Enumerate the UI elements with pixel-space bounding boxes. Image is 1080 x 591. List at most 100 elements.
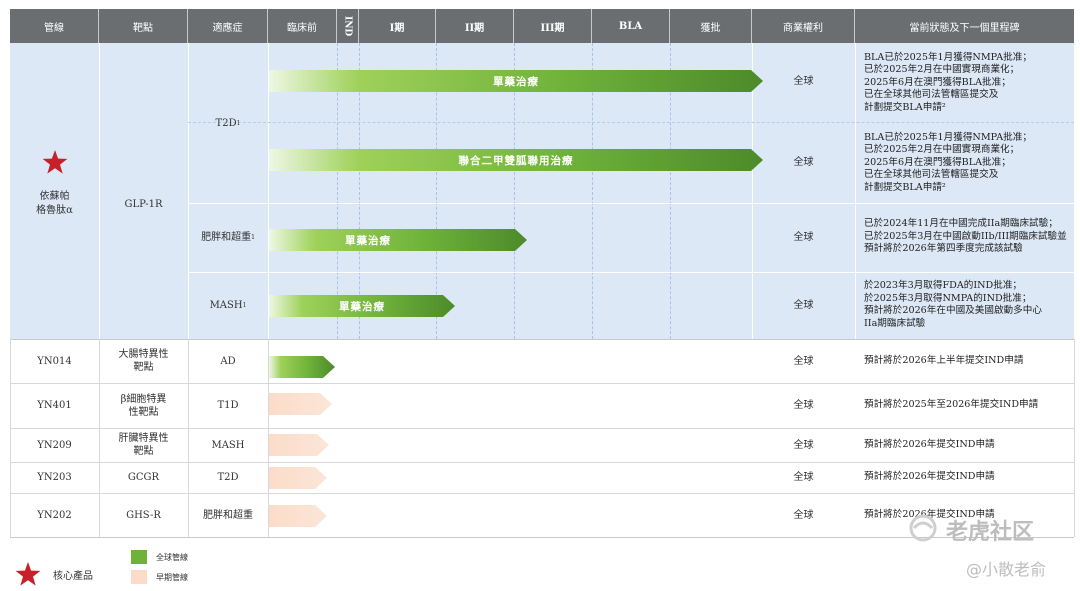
status-line: 預計將於2026年上半年提交IND申請 [864,354,1024,366]
status-text-obesity: 已於2024年11月在中國完成IIa期臨床試驗； 已於2025年3月在中國啟動I… [864,217,1067,257]
status-line: 已於2025年2月在中國實現商業化； [864,64,1020,76]
rights-value: 全球 [793,400,814,411]
grid-line [268,43,269,339]
progress-bar-yn209 [269,434,329,456]
target-line: 靶點 [133,446,154,457]
program-indication-yn209: MASH [211,439,245,451]
progress-bar-yn014 [269,356,335,378]
indication-mash-label: MASH [209,300,243,311]
status-line: 預計將於2026年第四季度完成該試驗 [864,243,1023,255]
core-product-target: GLP-1R [124,199,163,210]
row-separator [188,272,1074,273]
program-target-yn209: 肝臟特異性 靶點 [99,428,188,462]
status-text-t2d-monotherapy: BLA已於2025年1月獲得NMPA批准； 已於2025年2月在中國實現商業化；… [864,50,1032,116]
status-line: 已於2025年3月在中國啟動IIb/III期臨床試驗並 [864,230,1067,242]
status-line: 已在全球其他司法管轄區提交及 [864,89,999,101]
program-target-yn202: GHS-R [126,509,161,521]
status-line: BLA已於2025年1月獲得NMPA批准； [864,51,1032,63]
row-separator [188,203,1074,204]
status-line: BLA已於2025年1月獲得NMPA批准； [864,131,1032,143]
header-approval: 獲批 [670,9,752,43]
progress-bar-yn401 [269,393,332,415]
header-target: 靶點 [99,9,188,43]
rights-value: 全球 [793,509,814,521]
status-line: 預計將於2025年至2026年提交IND申請 [864,399,1039,411]
header-bla: BLA [592,9,670,43]
status-text-mash: 於2023年3月取得FDA的IND批准； 於2025年3月取得NMPA的IND批… [864,279,1042,331]
grid-line [855,43,856,339]
status-line: 於2025年3月取得NMPA的IND批准； [864,292,1032,304]
program-name-yn209: YN209 [37,439,72,451]
status-line: 已於2025年2月在中國實現商業化； [864,144,1020,156]
header-indication: 適應症 [188,9,268,43]
progress-bar-mash-monotherapy: 單藥治療 [269,295,455,317]
status-text-yn209: 預計將於2026年提交IND申請 [864,428,995,462]
program-target-yn401: β細胞特異 性靶點 [99,383,188,428]
header-status: 當前狀態及下一個里程碑 [855,9,1074,43]
rights-value: 全球 [793,231,814,243]
header-phase1: I期 [359,9,436,43]
indication-obesity-footnote: 1 [251,234,255,241]
core-star-icon [42,150,68,174]
status-line: 預計將於2026年在中國及美國啟動多中心 [864,305,1042,316]
target-line: 肝臟特異性 [118,433,169,444]
rights-value: 全球 [793,156,814,168]
watermark-brand: 老虎社区 [946,520,1035,545]
indication-t2d: T2D 1 [188,43,268,203]
indication-obesity: 肥胖和超重 1 [188,203,268,272]
header-phase2: II期 [436,9,514,43]
header-pipeline: 管線 [10,9,99,43]
legend-global-swatch [131,550,147,564]
program-name-yn014: YN014 [37,355,72,367]
program-indication-yn202: 肥胖和超重 [203,509,253,521]
program-indication-yn014: AD [220,355,236,367]
legend-early-swatch [131,570,147,584]
status-text-yn014: 預計將於2026年上半年提交IND申請 [864,339,1023,383]
indication-t2d-footnote: 1 [236,119,241,127]
core-product-name-line2: 格魯肽α [36,204,73,216]
progress-bar-t2d-combination: 聯合二甲雙胍聯用治療 [269,149,763,171]
header-preclinical: 臨床前 [268,9,337,43]
program-target-yn203: GCGR [127,472,160,483]
rights-value: 全球 [793,75,814,87]
core-product-cell: 依蘇帕 格魯肽α [10,43,99,339]
target-line: 靶點 [133,362,154,373]
status-text-yn401: 預計將於2025年至2026年提交IND申請 [864,383,1038,428]
program-name-yn202: YN202 [37,509,72,521]
status-line: 2025年6月在澳門獲得BLA批准； [864,76,1011,88]
status-line: 計劃提交BLA申請² [864,181,946,193]
progress-bar-yn203 [269,467,327,489]
indication-mash-footnote: 1 [242,302,247,309]
target-line: 大腸特異性 [118,349,169,360]
progress-bar-t2d-monotherapy: 單藥治療 [269,70,763,92]
progress-bar-label: 聯合二甲雙胍聯用治療 [458,154,574,167]
watermark-author: @小散老俞 [966,560,1047,579]
header-rights: 商業權利 [752,9,855,43]
rights-value: 全球 [793,299,814,311]
status-line: 計劃提交BLA申請² [864,101,946,113]
status-line: IIa期臨床試驗 [864,317,926,329]
grid-line [268,339,269,537]
indication-obesity-label: 肥胖和超重 [201,232,252,243]
rights-value: 全球 [793,439,814,451]
status-line: 預計將於2026年提交IND申請 [864,438,995,450]
target-line: 性靶點 [128,406,159,418]
progress-bar-obesity-monotherapy: 單藥治療 [269,229,527,251]
status-text-t2d-combination: BLA已於2025年1月獲得NMPA批准； 已於2025年2月在中國實現商業化；… [864,130,1032,196]
progress-bar-label: 單藥治療 [345,234,391,247]
core-product-name-line1: 依蘇帕 [39,190,70,202]
progress-bar-label: 單藥治療 [339,300,385,313]
header-phase3: III期 [514,9,592,43]
target-line: β細胞特異 [120,393,167,405]
legend-core-product-label: 核心產品 [53,571,93,582]
rights-value: 全球 [793,472,814,483]
indication-t2d-label: T2D [215,117,237,129]
progress-bar-yn202 [269,505,327,527]
rights-value: 全球 [793,355,814,367]
program-indication-yn401: T1D [217,400,239,411]
program-name-yn401: YN401 [37,400,72,411]
status-line: 已於2024年11月在中國完成IIa期臨床試驗； [864,218,1058,230]
legend-global-label: 全球管線 [156,553,188,562]
status-text-yn203: 預計將於2026年提交IND申請 [864,462,995,493]
indication-mash: MASH 1 [188,272,268,339]
